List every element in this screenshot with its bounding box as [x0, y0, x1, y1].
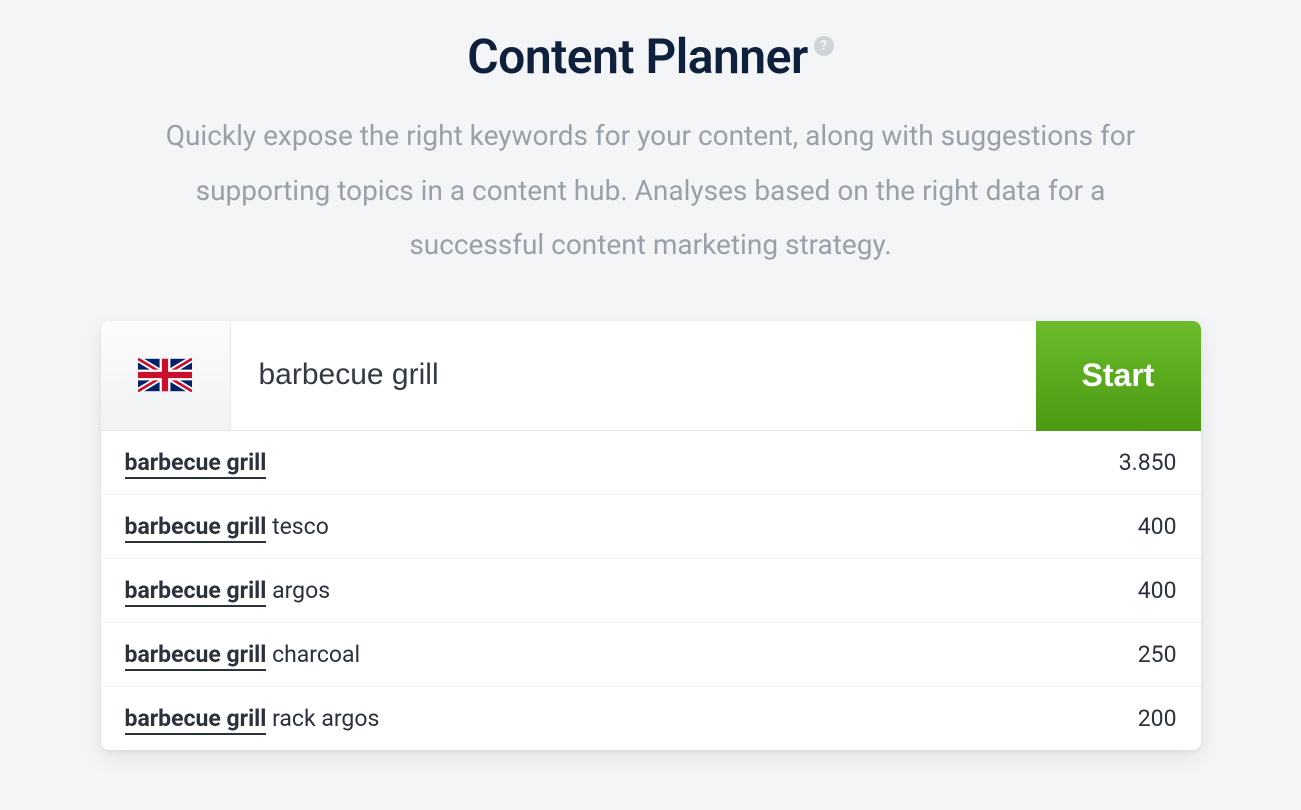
suggestion-match: barbecue grill	[125, 513, 267, 543]
suggestion-value: 400	[1138, 577, 1177, 604]
content-planner-page: Content Planner ? Quickly expose the rig…	[0, 0, 1301, 750]
suggestions-list: barbecue grill 3.850 barbecue grill tesc…	[101, 431, 1201, 750]
keyword-input[interactable]	[231, 321, 1036, 431]
title-row: Content Planner ?	[467, 28, 833, 85]
suggestion-text: barbecue grill argos	[125, 577, 331, 604]
suggestion-text: barbecue grill charcoal	[125, 641, 361, 668]
suggestion-rest: argos	[266, 577, 330, 604]
start-button[interactable]: Start	[1036, 321, 1201, 431]
suggestion-value: 400	[1138, 513, 1177, 540]
suggestion-match: barbecue grill	[125, 705, 267, 735]
suggestion-item[interactable]: barbecue grill rack argos 200	[101, 687, 1201, 750]
uk-flag-icon	[138, 358, 192, 392]
page-subtitle: Quickly expose the right keywords for yo…	[111, 109, 1191, 273]
search-card: Start barbecue grill 3.850 barbecue gril…	[101, 321, 1201, 750]
suggestion-match: barbecue grill	[125, 641, 267, 671]
suggestion-value: 200	[1138, 705, 1177, 732]
suggestion-item[interactable]: barbecue grill argos 400	[101, 559, 1201, 623]
suggestion-text: barbecue grill tesco	[125, 513, 329, 540]
help-icon[interactable]: ?	[814, 36, 834, 56]
suggestion-rest: rack argos	[266, 705, 379, 732]
suggestion-item[interactable]: barbecue grill tesco 400	[101, 495, 1201, 559]
suggestion-match: barbecue grill	[125, 449, 267, 479]
suggestion-text: barbecue grill	[125, 449, 267, 476]
country-selector[interactable]	[101, 321, 231, 431]
suggestion-match: barbecue grill	[125, 577, 267, 607]
suggestion-rest: tesco	[266, 513, 328, 540]
suggestion-item[interactable]: barbecue grill 3.850	[101, 431, 1201, 495]
suggestion-value: 3.850	[1119, 449, 1177, 476]
suggestion-item[interactable]: barbecue grill charcoal 250	[101, 623, 1201, 687]
page-title: Content Planner	[467, 28, 807, 85]
suggestion-value: 250	[1138, 641, 1177, 668]
search-bar: Start	[101, 321, 1201, 431]
suggestion-text: barbecue grill rack argos	[125, 705, 380, 732]
suggestion-rest: charcoal	[266, 641, 360, 668]
